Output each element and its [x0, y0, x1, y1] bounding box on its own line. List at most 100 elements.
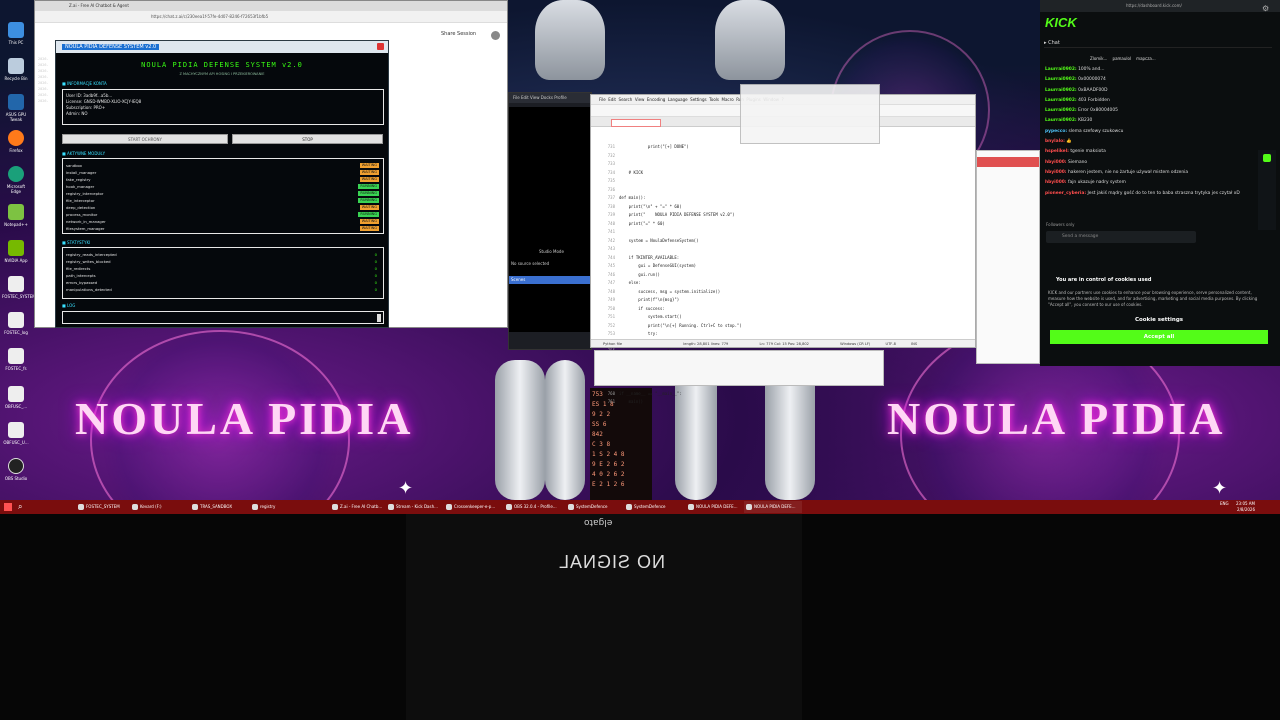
taskbar-item[interactable]: registry [250, 501, 300, 513]
chat-user[interactable]: Laurrai0902: [1045, 67, 1077, 72]
avatar[interactable] [491, 31, 500, 40]
menu-item[interactable]: Search [619, 97, 633, 102]
taskbar-item[interactable]: NOULA PIDIA DEFE... [686, 501, 744, 513]
desktop-icon-firefox[interactable]: Firefox [2, 130, 30, 153]
status-badge: WAITING [359, 170, 379, 175]
pinned-user[interactable]: Zlomik... [1090, 56, 1107, 61]
chat-user[interactable]: hspelikel: [1045, 149, 1069, 154]
chat-user[interactable]: Laurrai0902: [1045, 108, 1077, 113]
taskbar-item[interactable]: TRAS_SANDBOX [190, 501, 248, 513]
desktop-icon-notepadpp[interactable]: Notepad++ [2, 204, 30, 227]
obs-menu-item[interactable]: View [530, 95, 540, 100]
icon-label: NVIDIA App [4, 258, 28, 263]
pinned-user[interactable]: pamaulol [1113, 56, 1132, 61]
desktop-icon-obs[interactable]: OBS Studio [2, 458, 30, 481]
clock[interactable]: 23:05 AM 2/8/2026 [1236, 501, 1255, 513]
menu-item[interactable]: File [599, 97, 606, 102]
desktop-icon-recycle-bin[interactable]: Recycle Bin [2, 58, 30, 81]
obs-menu-item[interactable]: Edit [521, 95, 529, 100]
stat-row: errors_bypassed 0 [63, 279, 383, 286]
cookie-settings-button[interactable]: Cookie settings [1044, 314, 1274, 326]
chat-user[interactable]: Laurrai0902: [1045, 88, 1077, 93]
chat-user[interactable]: pypecco: [1045, 129, 1067, 134]
desktop-icon-edge[interactable]: Microsoft Edge [2, 166, 30, 194]
taskbar-item-active[interactable]: NOULA PIDIA DEFE... [744, 501, 802, 513]
stat-name: path_intercepts [66, 273, 96, 278]
chat-user[interactable]: pioneer_cyberia: [1045, 191, 1086, 196]
chat-text: fajn ukazuje nadry system [1067, 180, 1126, 186]
icon-label: ASUS GPU Tweak [5, 112, 27, 122]
stop-button[interactable]: STOP [232, 134, 383, 144]
desktop-icon-file[interactable]: FOSTEC_SYSTEM [2, 276, 36, 299]
search-icon[interactable]: ⌕ [18, 502, 22, 512]
gear-icon[interactable]: ⚙ [1262, 4, 1272, 14]
browser-tab[interactable]: Z.ai - Free AI Chatbot & Agent [35, 1, 507, 11]
chat-message: bnylalo: 👍 [1040, 137, 1254, 147]
code-line: if __name__ == "__main__": [619, 390, 682, 396]
taskbar-item[interactable]: Kevard (F:) [130, 501, 190, 513]
chat-user[interactable]: Laurrai0902: [1045, 118, 1077, 123]
module-row: network_in_manager WAITING [63, 218, 383, 225]
desktop-icon-asus[interactable]: ASUS GPU Tweak [2, 94, 30, 122]
taskbar-item[interactable]: OBS 32.0.4 - Profile... [504, 501, 562, 513]
close-icon[interactable] [377, 43, 384, 50]
kick-logo[interactable]: KICK [1045, 15, 1077, 30]
module-row: sandbox WAITING [63, 162, 383, 169]
chat-user[interactable]: hbyi000: [1045, 180, 1067, 185]
desktop-icon-file[interactable]: OBFUSC_U... [2, 422, 30, 445]
account-box: User ID: 3adb9f...a5b... License: GNSD-W… [62, 89, 384, 125]
start-protection-button[interactable]: START OCHRONY [62, 134, 228, 144]
status-position: Ln: 779 Col: 15 Pos: 28,802 [759, 342, 809, 346]
desktop-icon-this-pc[interactable]: This PC [2, 22, 30, 45]
desktop-icon-nvidia[interactable]: NVIDIA App [2, 240, 30, 263]
taskbar-item[interactable]: Crossenkeeper-e-p... [444, 501, 502, 513]
line-number: 749 [607, 297, 615, 302]
scrollbar[interactable] [377, 314, 381, 322]
taskbar-item[interactable]: SystemDefence [624, 501, 680, 513]
menu-item[interactable]: Language [668, 97, 688, 102]
taskbar-item[interactable]: SystemDefence [566, 501, 622, 513]
start-icon[interactable] [4, 503, 12, 511]
menu-item[interactable]: View [635, 97, 645, 102]
desktop-icon-file[interactable]: FOSTEC_fs [2, 348, 30, 371]
chat-icon[interactable] [1263, 154, 1271, 162]
obs-menu-item[interactable]: File [513, 95, 520, 100]
language-indicator[interactable]: ENG [1220, 501, 1229, 507]
matrix-line: E 2 1 2 6 [592, 481, 625, 488]
menu-item[interactable]: Macro [722, 97, 734, 102]
status-badge: RUNNING [358, 198, 379, 203]
desktop-icon-file[interactable]: FOSTEC_log [2, 312, 30, 335]
status-filetype: Python file [603, 342, 623, 346]
code-line: try: [619, 331, 658, 336]
chat-user[interactable]: Laurrai0902: [1045, 77, 1077, 82]
taskbar-item[interactable]: FOSTEC_SYSTEM [76, 501, 136, 513]
menu-item[interactable]: Edit [608, 97, 616, 102]
browser-address-bar[interactable]: https://chat.z.ai/c/230eea1f-57fe-4d07-8… [35, 11, 507, 23]
kick-address-bar[interactable]: https://dashboard.kick.com/ [1040, 0, 1280, 12]
chat-input[interactable]: Send a message [1046, 231, 1196, 243]
menu-item[interactable]: Tools [709, 97, 719, 102]
taskbar-item[interactable]: Stream - Kick Dash... [386, 501, 442, 513]
editor-tab[interactable] [611, 119, 661, 127]
obs-scene-selected[interactable]: Scenes [509, 276, 593, 284]
chat-user[interactable]: bnylalo: [1045, 139, 1065, 144]
obs-menu-item[interactable]: Docks [541, 95, 553, 100]
code-line: system.start() [619, 314, 682, 319]
pinned-user[interactable]: mapcza... [1136, 56, 1155, 61]
taskbar-item[interactable]: Z.ai - Free AI Chatb... [330, 501, 385, 513]
desktop-icon-file[interactable]: OBFUSC_... [2, 386, 30, 409]
chat-user[interactable]: hbyi000: [1045, 160, 1067, 165]
recycle-bin-icon [8, 58, 24, 74]
line-number: 751 [607, 314, 615, 319]
obs-menu-item[interactable]: Profile [554, 95, 566, 100]
log-timestamps: 2026- 2026- 2026- 2026- 2026- 2026- 2026… [38, 56, 56, 104]
chat-user[interactable]: hbyi000: [1045, 170, 1067, 175]
app-icon [192, 504, 198, 510]
menu-item[interactable]: Settings [690, 97, 706, 102]
share-session-button[interactable]: Share Session [441, 31, 476, 37]
menu-item[interactable]: Encoding [647, 97, 665, 102]
accept-all-button[interactable]: Accept all [1050, 330, 1268, 344]
chat-user[interactable]: Laurrai0902: [1045, 98, 1077, 103]
chat-message: pypecco: slema szefowy szukowcu [1040, 127, 1254, 137]
